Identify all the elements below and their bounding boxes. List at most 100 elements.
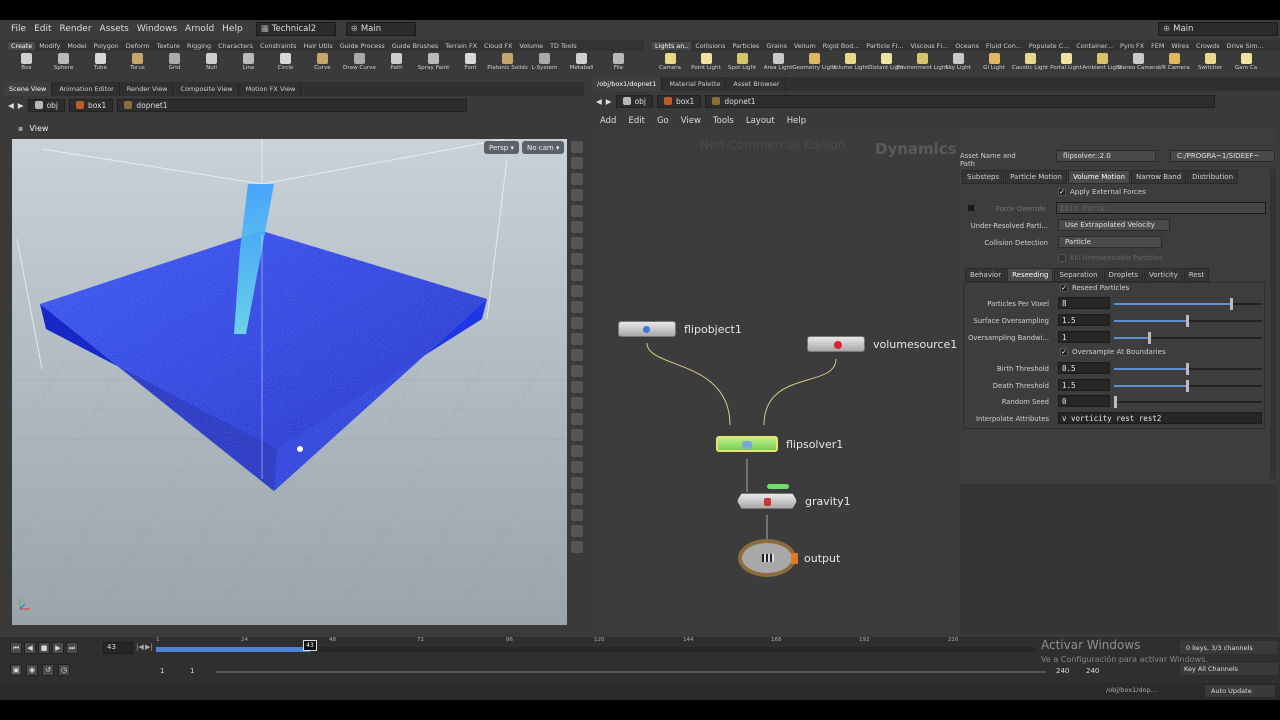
step-forward-icon[interactable]: ▶| bbox=[145, 643, 153, 651]
interpolate-attributes-field[interactable]: v vorticity rest rest2 bbox=[1058, 412, 1262, 424]
behavior-tab[interactable]: Rest bbox=[1183, 268, 1210, 282]
shelf-tab[interactable]: Cloud FX bbox=[481, 42, 515, 50]
shelf-tool[interactable]: Spot Light bbox=[724, 51, 760, 71]
shelf-tool[interactable]: Metaball bbox=[563, 51, 600, 71]
viewport-tool-icon[interactable] bbox=[571, 173, 583, 185]
shelf-tool[interactable]: Camera bbox=[652, 51, 688, 71]
viewport-tool-icon[interactable] bbox=[571, 397, 583, 409]
shelf-tab[interactable]: Particles bbox=[729, 42, 762, 50]
oversample-boundaries[interactable]: ✓ Oversample At Boundaries bbox=[1060, 348, 1166, 356]
crumb-box[interactable]: box1 bbox=[69, 98, 114, 112]
node-output[interactable]: output bbox=[738, 539, 840, 577]
solver-tab[interactable]: Particle Motion bbox=[1005, 170, 1067, 184]
shelf-tab[interactable]: Guide Brushes bbox=[389, 42, 442, 50]
shelf-tab[interactable]: Create bbox=[8, 41, 36, 50]
solver-tab[interactable]: Volume Motion bbox=[1067, 170, 1130, 184]
network-menu-item[interactable]: Layout bbox=[746, 116, 775, 126]
shelf-tab[interactable]: Guide Process bbox=[337, 42, 388, 50]
force-override-field[interactable]: Edit Force... bbox=[1056, 202, 1266, 214]
viewport-tool-icon[interactable] bbox=[571, 509, 583, 521]
viewport-tool-icon[interactable] bbox=[571, 333, 583, 345]
collision-detection-menu[interactable]: Particle bbox=[1058, 236, 1162, 248]
menu-help[interactable]: Help bbox=[219, 24, 246, 34]
surface-oversampling-field[interactable]: 1.5 bbox=[1058, 314, 1110, 326]
shelf-tab[interactable]: Polygon bbox=[91, 42, 122, 50]
view-label[interactable]: View bbox=[29, 124, 48, 133]
under-resolved-menu[interactable]: Use Extrapolated Velocity bbox=[1058, 219, 1170, 231]
pane-tab[interactable]: Composite View bbox=[175, 82, 239, 96]
pane-tab[interactable]: Asset Browser bbox=[728, 77, 786, 91]
step-back-icon[interactable]: |◀ bbox=[136, 643, 144, 651]
menu-render[interactable]: Render bbox=[57, 24, 95, 34]
gravity-body[interactable] bbox=[737, 493, 797, 509]
shelf-tab[interactable]: Terrain FX bbox=[442, 42, 480, 50]
viewport-tool-icon[interactable] bbox=[571, 301, 583, 313]
shelf-tool[interactable]: Sphere bbox=[45, 51, 82, 71]
crumb-box[interactable]: box1 bbox=[657, 94, 702, 108]
shelf-tool[interactable]: GI Light bbox=[976, 51, 1012, 71]
viewport-tool-icon[interactable] bbox=[571, 365, 583, 377]
shelf-tool[interactable]: Spray Paint bbox=[415, 51, 452, 71]
crumb-obj[interactable]: obj bbox=[615, 94, 653, 108]
shelf-tab[interactable]: Viscous Fl... bbox=[907, 42, 951, 50]
camera-menu[interactable]: No cam ▾ bbox=[522, 141, 565, 154]
shelf-tab[interactable]: FEM bbox=[1148, 42, 1167, 50]
viewport-tool-icon[interactable] bbox=[571, 445, 583, 457]
shelf-tool[interactable]: Geometry Light bbox=[792, 51, 836, 71]
asset-path-menu[interactable]: C:/PROGRA~1/SIDEEF~ bbox=[1170, 150, 1275, 162]
menu-file[interactable]: File bbox=[8, 24, 29, 34]
shelf-tab[interactable]: Volume bbox=[516, 42, 546, 50]
shelf-tab[interactable]: Hair Utils bbox=[300, 42, 335, 50]
menu-edit[interactable]: Edit bbox=[31, 24, 54, 34]
shelf-tab[interactable]: TD Tools bbox=[547, 42, 580, 50]
range-slider[interactable] bbox=[216, 671, 1046, 673]
shelf-tool[interactable]: Platonic Solids bbox=[487, 51, 528, 71]
shelf-tab[interactable]: Modify bbox=[36, 42, 63, 50]
range-end[interactable]: 240 bbox=[1086, 667, 1099, 675]
stop-icon[interactable]: ■ bbox=[38, 642, 50, 654]
solver-tab[interactable]: Substeps bbox=[962, 170, 1005, 184]
pane-tab[interactable]: Render View bbox=[122, 82, 174, 96]
jump-start-icon[interactable]: ⏮ bbox=[10, 642, 22, 654]
shelf-tool[interactable]: Null bbox=[193, 51, 230, 71]
persp-menu[interactable]: Persp ▾ bbox=[484, 141, 519, 154]
viewport-tool-icon[interactable] bbox=[571, 237, 583, 249]
jump-end-icon[interactable]: ⏭ bbox=[66, 642, 78, 654]
auto-update-menu[interactable]: Auto Update bbox=[1205, 685, 1275, 697]
view-menu-icon[interactable]: ▪ bbox=[18, 124, 23, 133]
viewport-tool-icon[interactable] bbox=[571, 525, 583, 537]
viewport-tool-icon[interactable] bbox=[571, 461, 583, 473]
node-flipsolver1[interactable]: flipsolver1 bbox=[716, 436, 843, 452]
shelf-tool[interactable]: Curve bbox=[304, 51, 341, 71]
shelf-tool[interactable]: Font bbox=[452, 51, 489, 71]
output-body[interactable] bbox=[738, 539, 798, 577]
shelf-tab[interactable]: Constraints bbox=[257, 42, 299, 50]
viewport-tool-icon[interactable] bbox=[571, 221, 583, 233]
random-seed-slider[interactable] bbox=[1114, 396, 1262, 408]
asset-version-menu[interactable]: flipsolver::2.0 bbox=[1056, 150, 1156, 162]
shelf-tab[interactable]: Fluid Con... bbox=[983, 42, 1025, 50]
viewport-tool-icon[interactable] bbox=[571, 429, 583, 441]
shelf-tab[interactable]: Characters bbox=[215, 42, 256, 50]
behavior-tab[interactable]: Vorticity bbox=[1144, 268, 1183, 282]
flipobject-body[interactable] bbox=[618, 321, 676, 337]
viewport-tool-icon[interactable] bbox=[571, 205, 583, 217]
parm-scrollbar[interactable] bbox=[1270, 169, 1276, 479]
viewport-tool-icon[interactable] bbox=[571, 317, 583, 329]
network-editor[interactable]: Non-Commercial Edition Dynamics flipobje… bbox=[592, 129, 960, 634]
time-slider[interactable]: 43 1 24 48 72 96 120 144 168 192 216 bbox=[156, 637, 1036, 657]
shelf-tool[interactable]: Ambient Light bbox=[1082, 51, 1122, 71]
shelf-tab[interactable]: Texture bbox=[154, 42, 183, 50]
shelf-tab[interactable]: Deform bbox=[123, 42, 153, 50]
shelf-tool[interactable]: Switcher bbox=[1192, 51, 1228, 71]
shelf-tab[interactable]: Pyro FX bbox=[1117, 42, 1147, 50]
playback-start[interactable]: 1 bbox=[190, 667, 194, 675]
shelf-tool[interactable]: File bbox=[600, 51, 637, 71]
shelf-tab[interactable]: Grains bbox=[763, 42, 790, 50]
shelf-tool[interactable]: Portal Light bbox=[1048, 51, 1084, 71]
loop-icon[interactable]: ↺ bbox=[42, 664, 54, 676]
shelf-tab[interactable]: Wires bbox=[1168, 42, 1192, 50]
shelf-tab[interactable]: Populate C... bbox=[1026, 42, 1072, 50]
display-flag[interactable] bbox=[767, 484, 789, 489]
realtime-toggle-icon[interactable]: ▣ bbox=[10, 664, 22, 676]
